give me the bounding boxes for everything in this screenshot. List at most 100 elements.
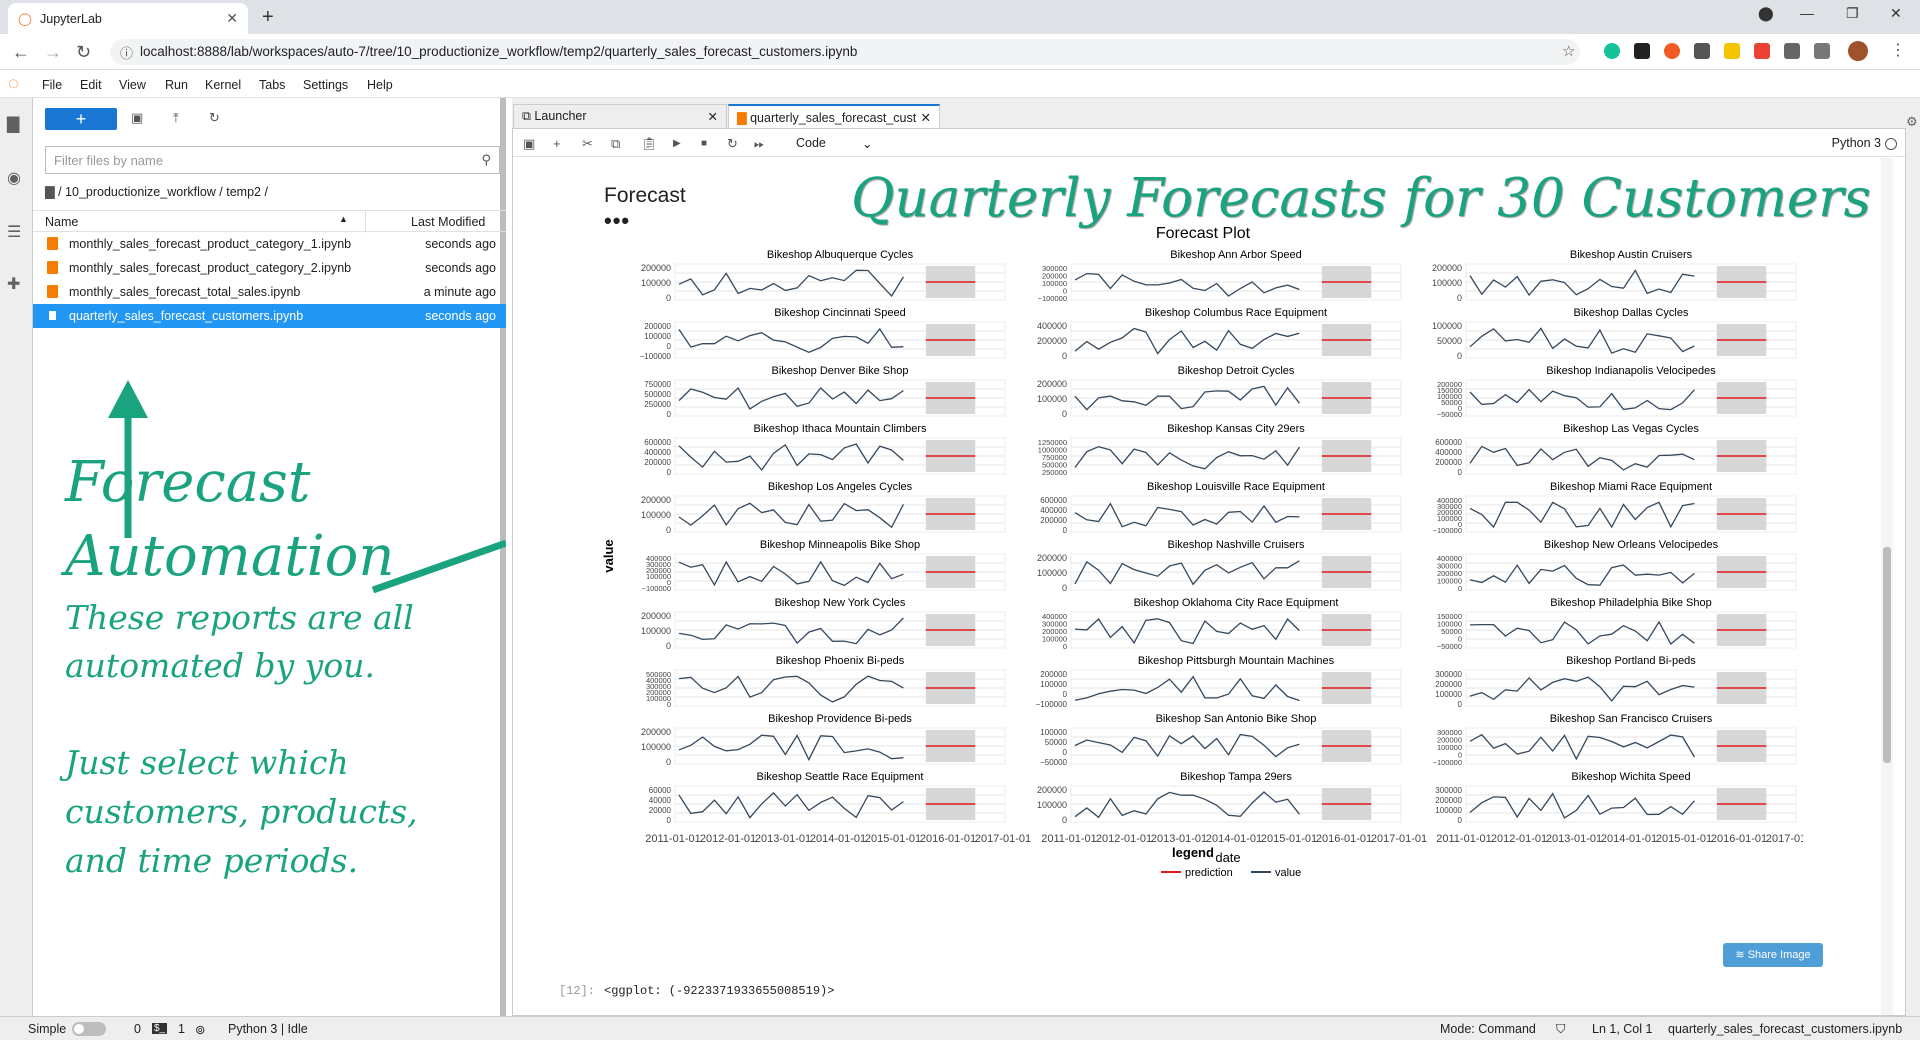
file-row-selected[interactable]: quarterly_sales_forecast_customers.ipynb…: [33, 304, 506, 328]
column-name[interactable]: Name: [45, 215, 78, 229]
toc-icon[interactable]: ☰: [7, 222, 21, 242]
breadcrumb-path: / 10_productionize_workflow / temp2 /: [58, 185, 268, 199]
y-tick-label: 600000: [644, 438, 671, 447]
breadcrumb[interactable]: ▇ / 10_productionize_workflow / temp2 /: [45, 184, 268, 199]
running-icon[interactable]: ◉: [7, 168, 21, 188]
property-inspector-icon[interactable]: ⚙: [1906, 114, 1918, 130]
copy-icon[interactable]: ⧉: [611, 136, 620, 152]
scrollbar[interactable]: [1881, 158, 1893, 1015]
avatar[interactable]: [1848, 41, 1868, 61]
extension-yellow-icon[interactable]: [1724, 43, 1740, 59]
restart-icon[interactable]: ↻: [727, 136, 738, 152]
grammarly-icon[interactable]: [1604, 43, 1620, 59]
extension-orange-icon[interactable]: [1664, 43, 1680, 59]
window-close-icon[interactable]: ✕: [1890, 5, 1902, 22]
y-tick-label: 0: [1458, 816, 1463, 825]
extension-sparkle-icon[interactable]: [1754, 43, 1770, 59]
x-tick-label: 2017-01-01: [975, 833, 1031, 845]
menu-file[interactable]: File: [42, 78, 62, 92]
file-row[interactable]: monthly_sales_forecast_product_category_…: [33, 232, 506, 256]
kernel-name[interactable]: Python 3: [1832, 136, 1881, 150]
menu-kernel[interactable]: Kernel: [205, 78, 241, 92]
cell-type-select[interactable]: Code ⌄: [796, 136, 872, 151]
extensions-puzzle-icon[interactable]: [1814, 43, 1830, 59]
filter-files-input[interactable]: Filter files by name ⚲: [45, 146, 500, 174]
insert-cell-icon[interactable]: +: [553, 136, 561, 151]
jupyter-logo-icon: ◌: [8, 73, 19, 93]
url-field[interactable]: ⓘ localhost:8888/lab/workspaces/auto-7/t…: [110, 39, 1580, 65]
new-folder-icon[interactable]: ▣: [131, 110, 143, 126]
scrollbar-thumb[interactable]: [1883, 547, 1891, 763]
menu-tabs[interactable]: Tabs: [259, 78, 285, 92]
refresh-icon[interactable]: ↻: [209, 110, 220, 126]
new-tab-icon[interactable]: +: [262, 6, 274, 29]
menu-edit[interactable]: Edit: [80, 78, 102, 92]
y-tick-label: −100000: [1036, 700, 1068, 709]
file-row[interactable]: monthly_sales_forecast_total_sales.ipynb…: [33, 280, 506, 304]
fast-forward-icon[interactable]: ⏩︎: [754, 136, 764, 152]
extension-pin-icon[interactable]: [1694, 43, 1710, 59]
restore-icon[interactable]: ❐: [1846, 5, 1859, 22]
upload-icon[interactable]: ⤒: [173, 110, 179, 126]
minimize-icon[interactable]: —: [1800, 5, 1814, 21]
facet-title: Bikeshop Portland Bi-peds: [1566, 655, 1696, 667]
back-icon[interactable]: ←: [12, 42, 30, 63]
menu-help[interactable]: Help: [367, 78, 393, 92]
stop-icon[interactable]: ■: [701, 138, 707, 149]
y-tick-label: 0: [666, 293, 671, 303]
file-modified: a minute ago: [423, 285, 496, 299]
close-icon[interactable]: ✕: [226, 10, 238, 27]
tab-label: quarterly_sales_forecast_cust: [750, 111, 917, 125]
y-tick-label: 200000: [641, 611, 671, 621]
extension-screenshot-icon[interactable]: [1784, 43, 1800, 59]
address-bar: ← → ↻ ⓘ localhost:8888/lab/workspaces/au…: [0, 34, 1920, 70]
file-row[interactable]: monthly_sales_forecast_product_category_…: [33, 256, 506, 280]
close-icon[interactable]: ✕: [921, 110, 931, 125]
save-icon[interactable]: ▣: [523, 136, 535, 152]
kernel-status[interactable]: Python 3 | Idle: [228, 1022, 308, 1036]
terminal-count[interactable]: 0: [134, 1022, 141, 1036]
y-tick-label: 400000: [644, 448, 671, 457]
paste-icon[interactable]: 📋︎: [641, 136, 658, 152]
x-tick-label: 2013-01-01: [1546, 833, 1602, 845]
menu-settings[interactable]: Settings: [303, 78, 348, 92]
file-modified: seconds ago: [425, 237, 496, 251]
folder-icon[interactable]: ▇: [7, 114, 19, 134]
reload-icon[interactable]: ↻: [76, 42, 91, 63]
extension-layers-icon[interactable]: [1634, 43, 1650, 59]
kernel-count[interactable]: 1: [178, 1022, 185, 1036]
menu-view[interactable]: View: [119, 78, 146, 92]
simple-mode-toggle[interactable]: [72, 1022, 106, 1036]
browser-menu-icon[interactable]: ⋮: [1890, 40, 1906, 59]
new-launcher-button[interactable]: +: [45, 108, 117, 130]
facet-title: Bikeshop Las Vegas Cycles: [1563, 423, 1699, 435]
x-tick-label: 2017-01-01: [1766, 833, 1803, 845]
share-image-button[interactable]: ≋ Share Image: [1723, 943, 1823, 967]
run-icon[interactable]: ▶: [673, 138, 681, 149]
sort-caret-icon[interactable]: ▲: [339, 214, 348, 224]
close-icon[interactable]: ✕: [708, 109, 718, 124]
collapsed-cell-ellipsis[interactable]: •••: [604, 1008, 630, 1015]
up-arrow-head-icon: [108, 380, 148, 418]
right-sidebar: ⚙: [1906, 98, 1920, 1016]
cut-icon[interactable]: ✂: [582, 136, 593, 152]
legend-title: legend: [1172, 845, 1214, 860]
launcher-icon: ⧉: [522, 109, 531, 123]
column-last-modified[interactable]: Last Modified: [411, 215, 485, 229]
info-icon[interactable]: ⓘ: [120, 43, 133, 62]
menu-run[interactable]: Run: [165, 78, 188, 92]
y-tick-label: 0: [1062, 815, 1067, 825]
bookmark-star-icon[interactable]: ☆: [1562, 42, 1575, 60]
profile-menu-icon[interactable]: ⬤: [1758, 5, 1774, 22]
extension-manager-icon[interactable]: ✚: [7, 274, 20, 294]
tab-notebook[interactable]: ▇ quarterly_sales_forecast_cust ✕: [728, 104, 940, 128]
y-tick-label: 200000: [1435, 458, 1462, 467]
browser-tab[interactable]: ◯ JupyterLab ✕: [8, 3, 248, 34]
tab-launcher[interactable]: ⧉ Launcher ✕: [513, 104, 727, 128]
x-tick-label: 2011-01-01: [645, 833, 700, 845]
forward-icon[interactable]: →: [44, 42, 62, 63]
cursor-position[interactable]: Ln 1, Col 1: [1592, 1022, 1652, 1036]
legend-value-label: value: [1275, 867, 1301, 879]
y-tick-label: 200000: [1037, 553, 1067, 563]
x-tick-label: 2012-01-01: [1096, 833, 1152, 845]
